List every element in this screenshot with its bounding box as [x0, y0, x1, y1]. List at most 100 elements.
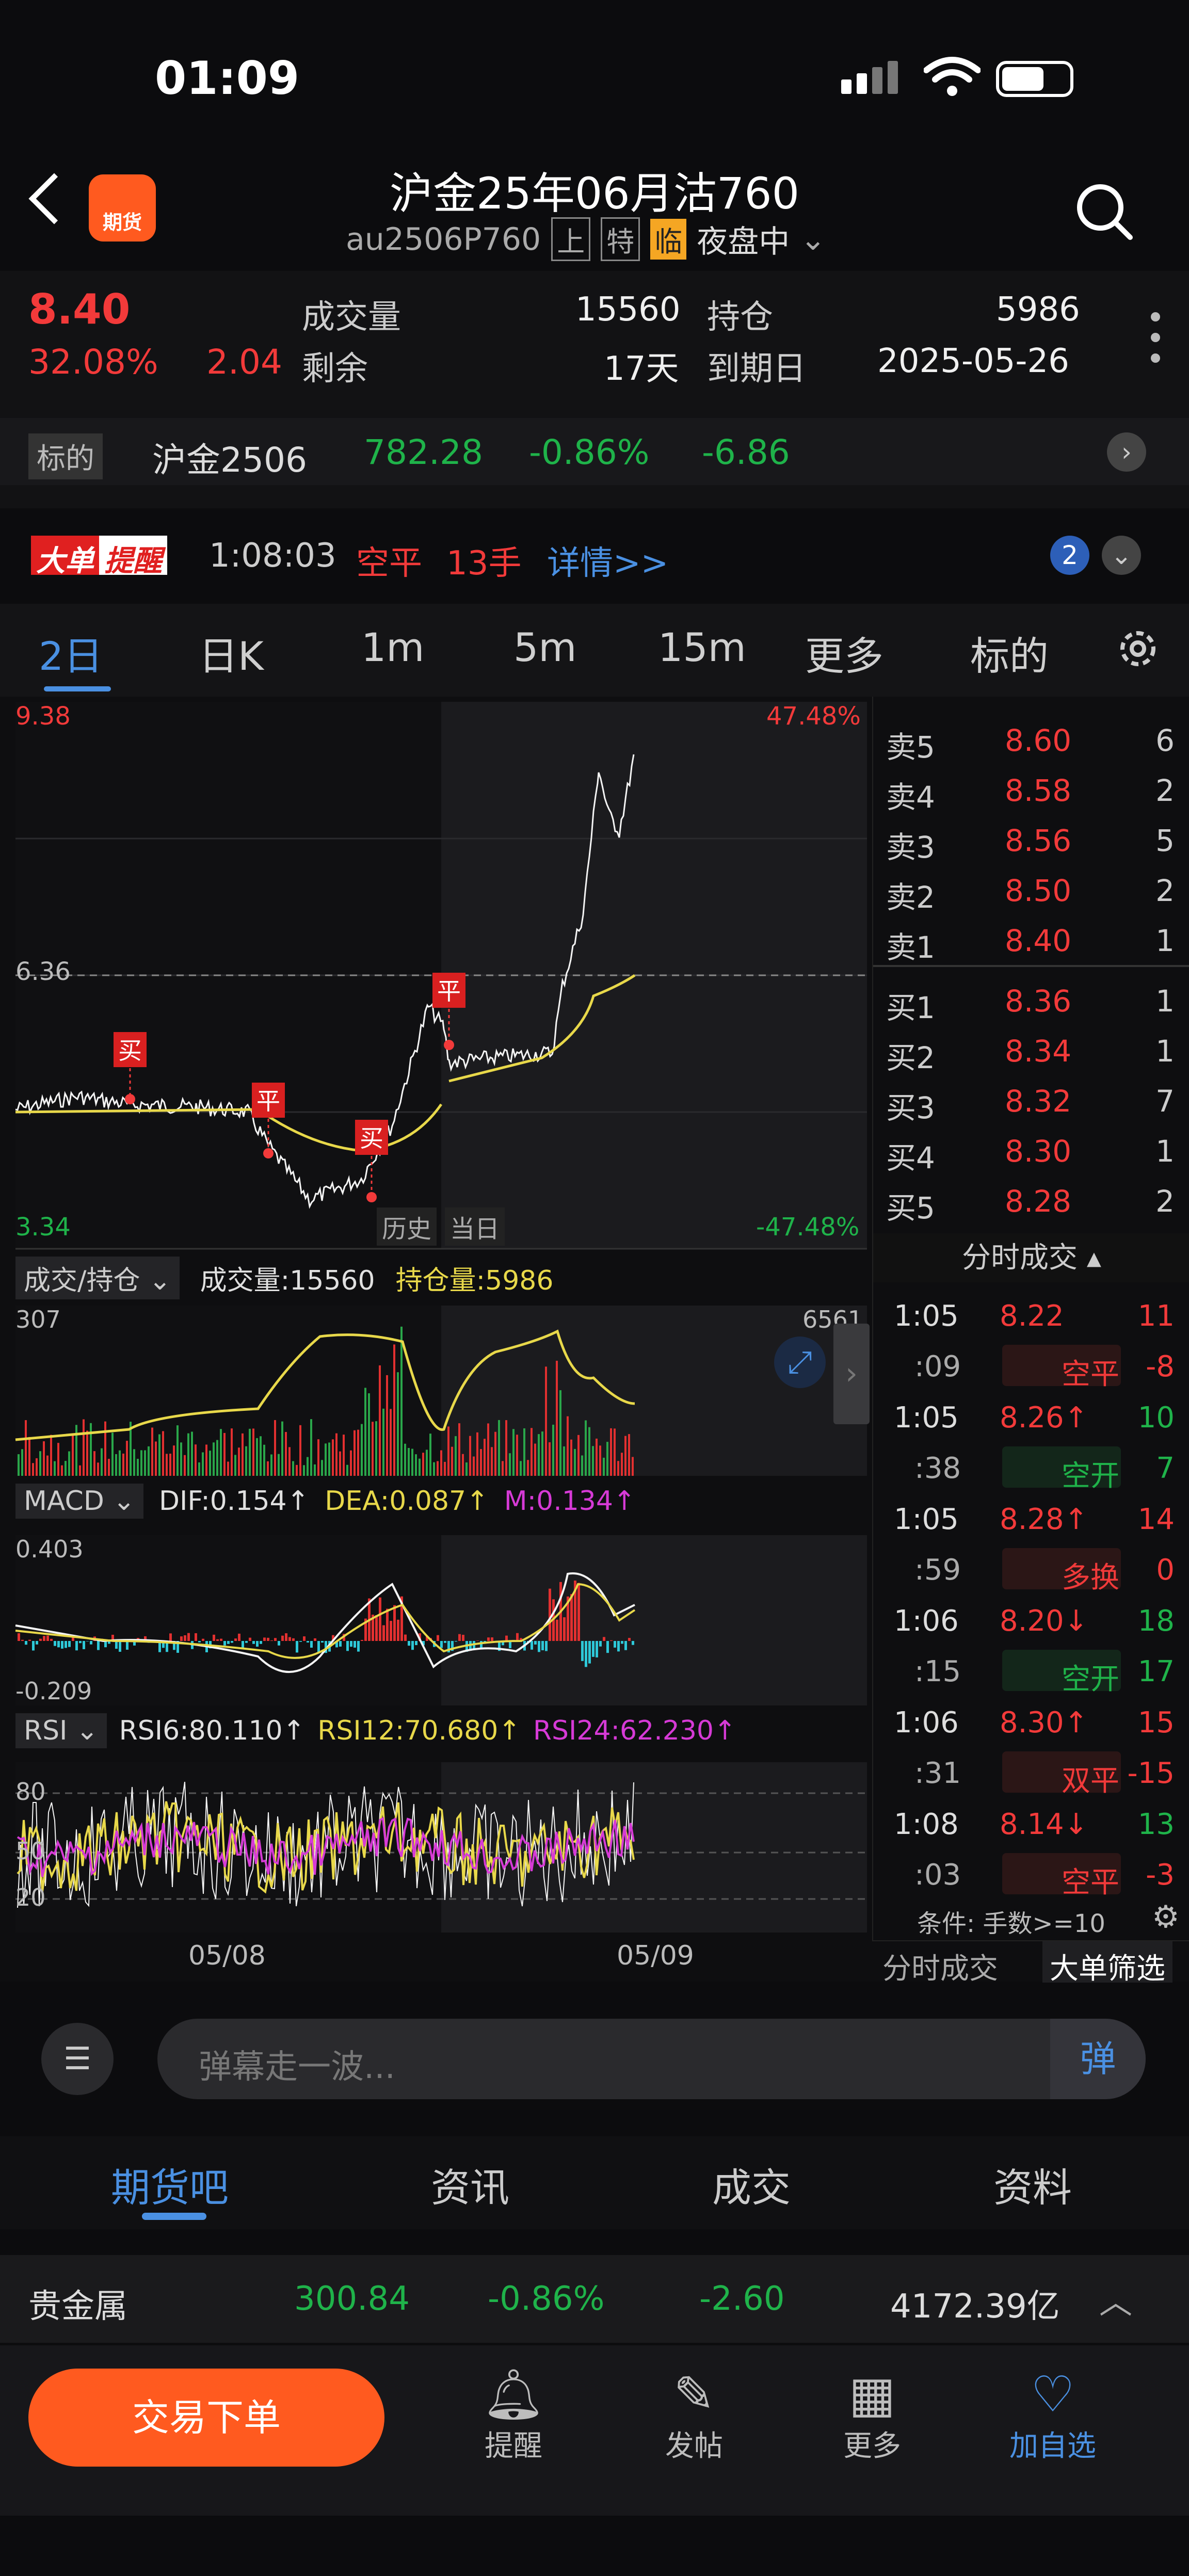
volume-bar: [624, 1436, 626, 1476]
volume-bar: [198, 1462, 200, 1476]
trade-qty: 11: [1137, 1299, 1175, 1333]
tab-futures-forum[interactable]: 期货吧: [111, 2156, 229, 2213]
macd-bar: [585, 1641, 587, 1667]
volume-bar: [617, 1461, 619, 1476]
volume-bar: [39, 1451, 41, 1476]
bid-price: 8.30: [1005, 1134, 1072, 1169]
bid-price: 8.36: [1005, 984, 1072, 1019]
expand-icon[interactable]: ⤢: [774, 1337, 826, 1388]
ask-row[interactable]: 卖4 8.58 2: [873, 765, 1189, 815]
tab-more[interactable]: 更多: [805, 624, 883, 681]
price-max-pct: 47.48%: [766, 702, 861, 731]
tab-underlying[interactable]: 标的: [970, 624, 1049, 681]
footer-watchlist[interactable]: ♡ 加自选: [1001, 2366, 1104, 2465]
macd-bar: [292, 1638, 295, 1641]
trades-header[interactable]: 分时成交 ▴: [873, 1233, 1189, 1282]
danmaku-settings-icon[interactable]: ☰: [41, 2023, 114, 2095]
comment-input[interactable]: 弹幕走一波... 弹: [157, 2019, 1146, 2099]
chevron-down-icon[interactable]: ⌄: [800, 221, 826, 257]
caret-up-icon: ▴: [1086, 1241, 1101, 1275]
history-button[interactable]: 历史: [377, 1208, 437, 1246]
macd-bar: [397, 1619, 399, 1641]
volume-bar: [610, 1428, 612, 1476]
macd-bar: [79, 1641, 82, 1644]
panel-toggle-handle[interactable]: ›: [833, 1324, 870, 1424]
chevron-up-icon[interactable]: ︿: [1099, 2276, 1132, 2323]
trade-order-button[interactable]: 交易下单: [28, 2369, 384, 2467]
tab-news[interactable]: 资讯: [431, 2156, 509, 2213]
volume-bar: [90, 1423, 92, 1476]
big-order-alert[interactable]: 大单 提醒 1:08:03 空平 13手 详情>> 2 ⌄: [0, 516, 1189, 593]
bid-row[interactable]: 买5 8.28 2: [873, 1176, 1189, 1226]
trade-oi-change: -3: [1146, 1858, 1175, 1892]
alert-detail-link[interactable]: 详情>>: [547, 537, 668, 584]
volume-selector[interactable]: 成交/持仓 ⌄: [15, 1257, 180, 1299]
gear-icon[interactable]: ⚙: [1152, 1899, 1180, 1935]
underlying-row[interactable]: 标的 沪金2506 782.28 -0.86% -6.86 ›: [0, 418, 1189, 485]
macd-bar: [379, 1597, 381, 1641]
footer-more[interactable]: ▦ 更多: [821, 2366, 924, 2465]
macd-bar: [628, 1638, 631, 1641]
ask-row[interactable]: 卖5 8.60 6: [873, 715, 1189, 765]
expiry-date: 2025-05-26: [877, 342, 1069, 380]
bid-row[interactable]: 买1 8.36 1: [873, 975, 1189, 1025]
tab-2day[interactable]: 2日: [39, 624, 103, 681]
session-status[interactable]: 夜盘中: [697, 217, 790, 262]
bid-row[interactable]: 买3 8.32 7: [873, 1075, 1189, 1125]
volume-bar: [512, 1429, 515, 1476]
volume-bar: [415, 1454, 417, 1476]
macd-bar: [267, 1637, 269, 1641]
ask-row[interactable]: 卖3 8.56 5: [873, 815, 1189, 865]
tab-5m[interactable]: 5m: [513, 624, 576, 670]
gear-icon[interactable]: [1115, 625, 1161, 672]
search-icon[interactable]: [1073, 181, 1135, 243]
macd-bar: [534, 1641, 537, 1645]
trade-time: 1:05: [894, 1299, 959, 1333]
volume-bar: [46, 1455, 49, 1476]
filter-row[interactable]: 条件: 手数>=10 ⚙: [873, 1894, 1189, 1940]
trade-oi-change: 17: [1137, 1655, 1175, 1688]
tab-big-orders[interactable]: 大单筛选: [1042, 1941, 1172, 1986]
rsi-selector[interactable]: RSI ⌄: [15, 1713, 107, 1748]
tab-time-trades[interactable]: 分时成交: [882, 1945, 998, 1987]
volume-bar: [354, 1430, 356, 1476]
volume-bar: [350, 1450, 352, 1476]
tab-1m[interactable]: 1m: [361, 624, 424, 670]
danmaku-button[interactable]: 弹: [1050, 2019, 1146, 2099]
volume-bar: [502, 1461, 504, 1476]
tab-profile[interactable]: 资料: [993, 2156, 1072, 2213]
trade-marker-label: 平: [256, 1087, 280, 1115]
tab-daily-k[interactable]: 日K: [199, 624, 264, 681]
bid-row[interactable]: 买4 8.30 1: [873, 1125, 1189, 1176]
volume-bar: [162, 1431, 164, 1476]
volume-bar: [422, 1453, 424, 1476]
bid-row[interactable]: 买2 8.34 1: [873, 1025, 1189, 1075]
bid-qty: 1: [1155, 984, 1175, 1019]
chevron-right-icon[interactable]: ›: [1107, 432, 1146, 472]
volume-bar: [523, 1428, 525, 1476]
rsi-selector-label: RSI: [24, 1715, 68, 1746]
tab-trades[interactable]: 成交: [712, 2156, 791, 2213]
macd-bar: [592, 1641, 594, 1657]
ask-row[interactable]: 卖2 8.50 2: [873, 865, 1189, 915]
chevron-down-icon[interactable]: ⌄: [1102, 536, 1141, 575]
volume-bar: [36, 1458, 38, 1476]
volume-bar: [437, 1461, 439, 1476]
today-button[interactable]: 当日: [445, 1208, 505, 1246]
more-vertical-icon[interactable]: [1151, 312, 1160, 363]
rsi-today: [441, 1762, 867, 1933]
macd-selector[interactable]: MACD ⌄: [15, 1484, 143, 1519]
volume-bar: [357, 1429, 359, 1476]
chart-area[interactable]: 买平买平 9.38 6.36 3.34 47.48% -47.48% 历史 当日…: [0, 697, 872, 1976]
macd-bar: [617, 1641, 620, 1652]
volume-bar: [187, 1433, 189, 1476]
footer-remind[interactable]: 🔔︎ 提醒: [462, 2366, 565, 2465]
ask-row[interactable]: 卖1 8.40 1: [873, 915, 1189, 965]
tab-15m[interactable]: 15m: [658, 624, 746, 670]
rsi-20: 20: [15, 1883, 46, 1911]
sector-row[interactable]: 贵金属 300.84 -0.86% -2.60 4172.39亿 ︿: [0, 2255, 1189, 2343]
macd-bar: [361, 1640, 363, 1641]
footer-bar: 交易下单 🔔︎ 提醒 ✎ 发帖 ▦ 更多 ♡ 加自选: [0, 2345, 1189, 2516]
footer-post[interactable]: ✎ 发帖: [642, 2366, 746, 2465]
volume-bar: [54, 1461, 56, 1476]
